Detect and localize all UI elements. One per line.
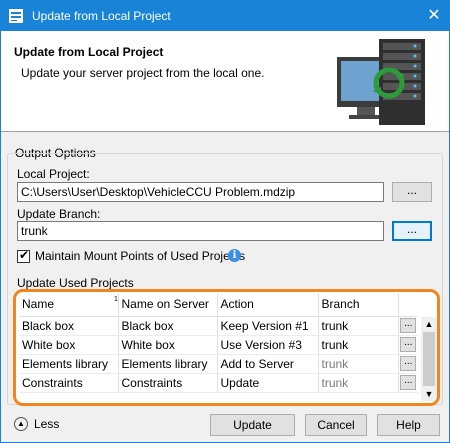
table-row[interactable]: Constraints Constraints Update trunk ... (19, 373, 418, 393)
cell-button: ... (398, 316, 418, 336)
cell-name[interactable]: Constraints (19, 373, 119, 393)
row-browse-button[interactable]: ... (400, 356, 417, 371)
cell-branch[interactable]: trunk (318, 354, 399, 374)
cell-action[interactable]: Add to Server (217, 354, 319, 374)
update-branch-label: Update Branch: (17, 207, 101, 221)
cell-branch[interactable]: trunk (318, 373, 399, 393)
checkmark-icon: ✔ (19, 248, 30, 262)
browse-branch-button[interactable]: ... (392, 221, 432, 241)
app-icon (9, 9, 23, 23)
local-project-field[interactable]: C:\Users\User\Desktop\VehicleCCU Problem… (17, 182, 384, 202)
row-browse-button[interactable]: ... (400, 318, 417, 333)
maintain-mount-label[interactable]: Maintain Mount Points of Used Projects (35, 249, 245, 263)
column-header-blank (398, 293, 418, 317)
cell-name[interactable]: White box (19, 335, 119, 355)
table-row[interactable]: Elements library Elements library Add to… (19, 354, 418, 374)
window-title: Update from Local Project (32, 9, 171, 23)
chevron-up-icon[interactable]: ▲ (14, 417, 28, 431)
row-browse-button[interactable]: ... (400, 337, 417, 352)
close-icon[interactable]: ✕ (419, 1, 449, 31)
scroll-thumb[interactable] (423, 332, 435, 386)
maintain-mount-checkbox[interactable]: ✔ (17, 248, 30, 263)
sort-indicator: 1 (114, 296, 118, 303)
cell-button: ... (398, 373, 418, 393)
cell-branch[interactable]: trunk (318, 316, 399, 336)
cancel-button[interactable]: Cancel (305, 414, 367, 436)
title-bar: Update from Local Project ✕ (1, 1, 449, 31)
column-header-name[interactable]: Name 1 (19, 293, 119, 317)
browse-local-project-button[interactable]: ... (392, 182, 432, 202)
update-button[interactable]: Update (210, 414, 295, 436)
help-button[interactable]: Help (377, 414, 440, 436)
column-header-action[interactable]: Action (217, 293, 319, 317)
cell-name-on-server[interactable]: White box (118, 335, 218, 355)
table-row[interactable]: Black box Black box Keep Version #1 trun… (19, 316, 418, 336)
cell-name[interactable]: Black box (19, 316, 119, 336)
column-header-branch[interactable]: Branch (318, 293, 399, 317)
cell-name-on-server[interactable]: Black box (118, 316, 218, 336)
used-projects-table: Name 1 Name on Server Action Branch Black… (13, 289, 440, 406)
update-used-projects-label: Update Used Projects (17, 276, 134, 290)
local-project-label: Local Project: (17, 167, 90, 181)
cell-action[interactable]: Keep Version #1 (217, 316, 319, 336)
cell-button: ... (398, 335, 418, 355)
update-branch-field[interactable]: trunk (17, 221, 384, 241)
header-title: Update from Local Project (14, 45, 164, 59)
table-scrollbar[interactable]: ▲ ▼ (421, 317, 437, 401)
info-icon[interactable]: i (228, 249, 241, 262)
row-browse-button[interactable]: ... (400, 375, 417, 390)
cell-name-on-server[interactable]: Constraints (118, 373, 218, 393)
cell-action[interactable]: Update (217, 373, 319, 393)
table-header-row: Name 1 Name on Server Action Branch (19, 293, 418, 317)
cell-action[interactable]: Use Version #3 (217, 335, 319, 355)
table-row[interactable]: White box White box Use Version #3 trunk… (19, 335, 418, 355)
header-description: Update your server project from the loca… (21, 66, 265, 80)
cell-name[interactable]: Elements library (19, 354, 119, 374)
cell-name-on-server[interactable]: Elements library (118, 354, 218, 374)
cell-button: ... (398, 354, 418, 374)
dialog-window: Update from Local Project ✕ Update from … (0, 0, 450, 443)
used-projects-grid: Name 1 Name on Server Action Branch Black… (19, 293, 418, 393)
server-sync-icon (337, 39, 425, 125)
less-label[interactable]: Less (34, 417, 59, 431)
column-header-name-on-server[interactable]: Name on Server (118, 293, 218, 317)
scroll-up-icon[interactable]: ▲ (421, 317, 437, 331)
cell-branch[interactable]: trunk (318, 335, 399, 355)
scroll-down-icon[interactable]: ▼ (421, 387, 437, 401)
dialog-header: Update from Local Project Update your se… (1, 31, 449, 132)
